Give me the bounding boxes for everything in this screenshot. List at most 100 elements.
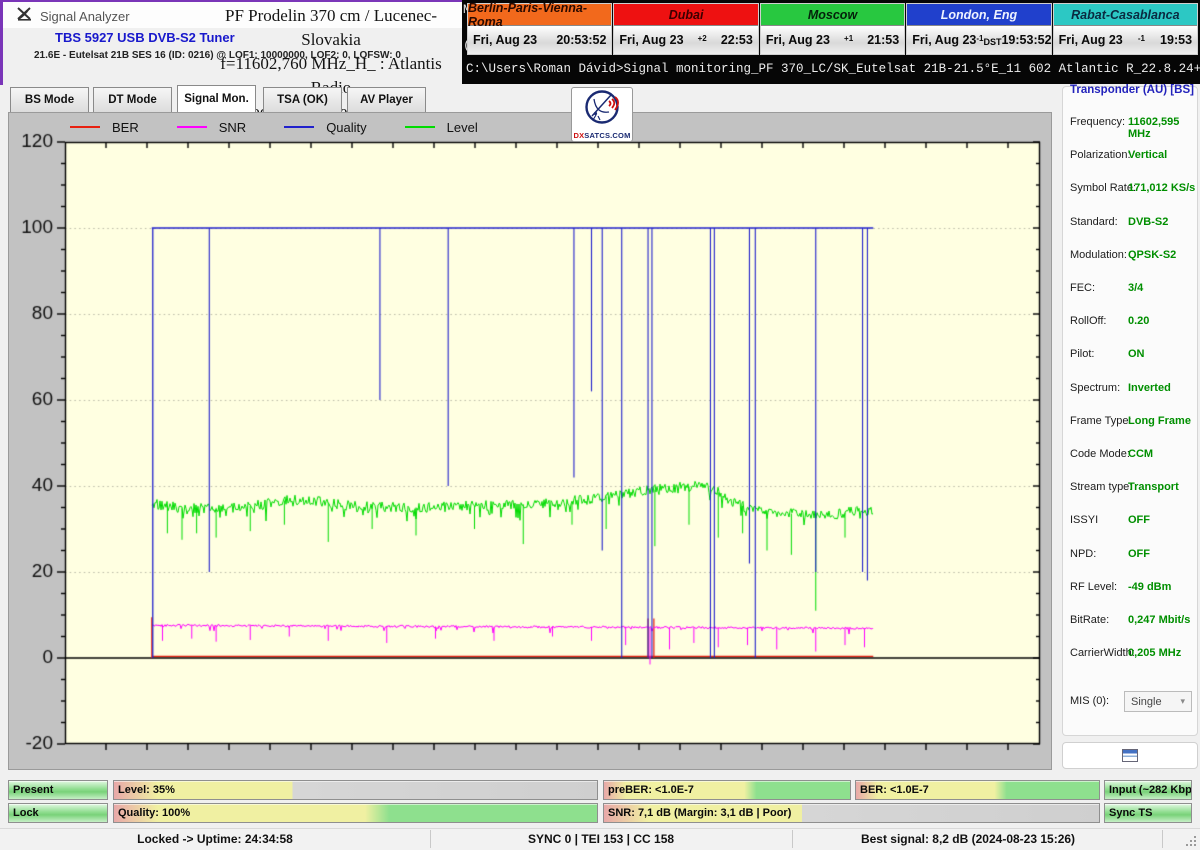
bar-preber: preBER: <1.0E-7 [603,780,851,800]
stream-list-icon [1122,749,1138,762]
legend-item-level: Level [405,120,478,135]
mis-dropdown-value: Single [1131,696,1162,708]
bar-sync-ts: Sync TS [1104,803,1192,823]
transponder-value: 3/4 [1128,282,1143,294]
clock-time: 22:53 [721,33,753,47]
transponder-value: Transport [1128,481,1179,493]
console-overlay: M ( Berlin-Paris-Vienna-RomaFri, Aug 232… [462,0,1200,84]
transponder-label: Frame Type: [1070,415,1132,427]
clock-city-name: Rabat-Casablanca [1054,4,1197,26]
clock-city-3: Moscow Fri, Aug 23+121:53 [760,3,905,55]
transponder-label: Symbol Rate: [1070,182,1136,194]
status-divider [792,830,793,848]
bar-lock: Lock [8,803,108,823]
transponder-label: Polarization: [1070,149,1131,161]
clock-city-name: Moscow [761,4,904,26]
clock-time: 20:53:52 [556,33,606,47]
status-section: Best signal: 8,2 dB (2024-08-23 15:26) [861,832,1075,846]
transponder-value: CCM [1128,448,1153,460]
transponder-label: NPD: [1070,548,1096,560]
status-section: Locked -> Uptime: 24:34:58 [137,832,293,846]
transponder-label: FEC: [1070,282,1095,294]
bar-present: Present [8,780,108,800]
transponder-label: Spectrum: [1070,382,1120,394]
transponder-value: 11602,595 MHz [1128,116,1200,140]
transponder-label: Frequency: [1070,116,1125,128]
transponder-value: 0.20 [1128,315,1149,327]
clock-city-5: Rabat-Casablanca Fri, Aug 23-119:53 [1053,3,1198,55]
satellite-dish-icon [16,6,34,22]
chart-legend: BER SNR Quality Level [70,116,478,138]
clock-time: 19:53 [1160,33,1192,47]
clock-date: Fri, Aug 23 [473,33,537,47]
transponder-value: Vertical [1128,149,1167,161]
clock-date: Fri, Aug 23 [619,33,683,47]
clock-offset: -1DST [976,34,1001,47]
transponder-value: OFF [1128,514,1150,526]
transponder-value: 0,247 Mbit/s [1128,614,1190,626]
clock-city-name: Berlin-Paris-Vienna-Roma [468,4,611,26]
tab-bs-mode[interactable]: BS Mode [10,87,89,112]
bar-snr: SNR: 7,1 dB (Margin: 3,1 dB | Poor) [603,803,1100,823]
clock-city-1: Berlin-Paris-Vienna-Roma Fri, Aug 23 20:53… [467,3,612,55]
status-divider [430,830,431,848]
legend-label: BER [112,120,139,135]
status-divider [1162,830,1163,848]
transponder-value: ON [1128,348,1145,360]
tab-bar: BS ModeDT ModeSignal Mon. TSA (OK)AV Play… [8,85,1052,112]
legend-swatch-snr [177,126,207,128]
transponder-value: OFF [1128,548,1150,560]
transponder-label: CarrierWidth: [1070,647,1135,659]
transponder-value: Inverted [1128,382,1171,394]
bar-level: Level: 35% [113,780,598,800]
console-command-line: C:\Users\Roman Dávid>Signal monitoring_P… [466,62,1196,76]
legend-item-snr: SNR [177,120,246,135]
status-section: SYNC 0 | TEI 153 | CC 158 [528,832,674,846]
tab-dt-mode[interactable]: DT Mode [93,87,172,112]
clock-offset: +1 [830,34,867,47]
clock-city-2: Dubai Fri, Aug 23+222:53 [613,3,758,55]
tab-av-player[interactable]: AV Player [347,87,426,112]
legend-label: Quality [326,120,366,135]
transponder-label: Stream type: [1070,481,1132,493]
legend-item-ber: BER [70,120,139,135]
bar-quality: Quality: 100% [113,803,598,823]
clock-date: Fri, Aug 23 [766,33,830,47]
clock-offset: +2 [684,34,721,47]
dxsatcs-logo-graphic [582,88,622,128]
legend-label: SNR [219,120,246,135]
clock-city-name: Dubai [614,4,757,26]
legend-swatch-quality [284,126,314,128]
window-title: Signal Analyzer [40,9,130,24]
chevron-down-icon: ▾ [1180,696,1185,707]
signal-monitor-chart [8,112,1052,770]
transponder-value: QPSK-S2 [1128,249,1176,261]
transponder-value: DVB-S2 [1128,216,1168,228]
transponder-label: RF Level: [1070,581,1117,593]
transponder-value: 171,012 KS/s [1128,182,1195,194]
clock-time: 19:53:52 [1001,33,1051,47]
tab-tsa-ok-[interactable]: TSA (OK) [263,87,342,112]
resize-grip-icon[interactable] [1184,834,1197,847]
transponder-label: Standard: [1070,216,1118,228]
clock-time: 21:53 [867,33,899,47]
legend-label: Level [447,120,478,135]
transponder-panel-header: Transponder (AU) [BS] [1070,84,1194,96]
mis-dropdown[interactable]: Single ▾ [1124,691,1192,712]
transponder-label: BitRate: [1070,614,1109,626]
transponder-value: -49 dBm [1128,581,1171,593]
legend-swatch-ber [70,126,100,128]
mis-label: MIS (0): [1070,695,1109,707]
clock-date: Fri, Aug 23 [912,33,976,47]
legend-swatch-level [405,126,435,128]
clock-city-name: London, Eng [907,4,1050,26]
transponder-label: Pilot: [1070,348,1094,360]
dxsatcs-logo-text: DXSATCS.COM [572,131,632,140]
clock-date: Fri, Aug 23 [1059,33,1123,47]
transport-stream-button[interactable] [1062,742,1198,769]
bar-ber: BER: <1.0E-7 [855,780,1100,800]
clock-offset: -1 [1123,34,1160,47]
bar-input: Input (~282 Kbps) [1104,780,1192,800]
tab-signal-mon-[interactable]: Signal Mon. [177,85,256,112]
osd-line-antenna: PF Prodelin 370 cm / Lucenec-Slovakia [200,4,462,52]
